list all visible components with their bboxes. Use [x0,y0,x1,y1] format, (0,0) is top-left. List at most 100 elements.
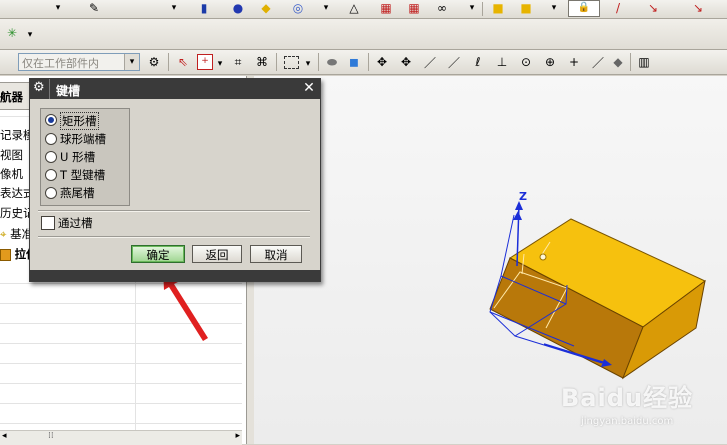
dropdown-icon[interactable]: ▾ [212,56,228,72]
navigator-tab-label: 航器 [0,90,23,104]
dialog-title: 键槽 [56,84,81,98]
radio-label[interactable]: 燕尾槽 [60,185,95,201]
separator [368,53,369,71]
component-icon[interactable]: ⌘ [254,54,270,70]
database-icon[interactable]: ▮ [196,0,212,16]
box-select-icon[interactable] [284,56,299,69]
gear-icon[interactable]: ⚙ [33,80,45,95]
dropdown-icon[interactable]: ▾ [300,56,316,72]
line-icon[interactable]: / [610,0,626,16]
radio-label[interactable]: T 型键槽 [60,167,105,183]
dropdown-icon[interactable]: ▾ [546,0,562,16]
radio-label[interactable]: 球形端槽 [60,131,106,147]
grid-line [0,383,242,384]
triangle-icon[interactable]: △ [346,0,362,16]
circle-icon[interactable]: ⊙ [518,54,534,70]
graphics-window[interactable]: Z Baidu经验 jingyan.baidu.com [254,76,727,444]
curve-icon[interactable]: ℓ [470,54,486,70]
dropdown-icon[interactable]: ▾ [166,0,182,16]
plus-icon[interactable]: + [566,54,582,70]
nav-row-label: 视图 [0,148,23,162]
extrude-icon [0,248,11,261]
axes-icon[interactable]: ✳ [4,25,20,41]
cancel-button[interactable]: 取消 [250,245,302,263]
layers-icon[interactable]: ▥ [636,54,652,70]
radio-u-slot[interactable] [45,151,57,163]
grid-line [0,363,242,364]
ok-button[interactable]: 确定 [131,245,185,263]
z-axis-label: Z [519,190,527,203]
horizontal-scrollbar[interactable]: ◂ ⁞⁞ ▸ [0,430,242,445]
grid-line [0,323,242,324]
slot-type-group: 矩形槽 球形端槽 U 形槽 T 型键槽 燕尾槽 [40,108,130,206]
secondary-toolbar: ✳ ▾ [0,19,727,50]
lock-icon[interactable]: 🔒 [568,0,600,17]
gear-icon[interactable]: ⚙ [146,54,162,70]
tangent-icon[interactable]: ⊥ [494,54,510,70]
body-icon[interactable]: ⬬ [324,54,340,70]
radio-label[interactable]: 矩形槽 [60,112,99,130]
filter-select[interactable]: 仅在工作部件内 ▾ [18,53,140,71]
line-icon[interactable]: ／ [590,54,606,70]
grid-icon[interactable]: ▦ [406,0,422,16]
cancel-label: 取消 [264,248,288,262]
nav-row-label: 像机 [0,167,23,181]
grid-icon[interactable]: ▦ [378,0,394,16]
radio-dovetail[interactable] [45,187,57,199]
radio-rectangular[interactable] [45,114,57,126]
back-label: 返回 [205,248,229,262]
nav-row[interactable]: 像机 [0,165,23,184]
snap-icon[interactable]: + [197,54,213,70]
cube-icon[interactable]: ■ [518,0,534,16]
title-divider [49,79,50,99]
baidu-logo: Baidu经验 [561,384,693,412]
tool-icon[interactable]: ◆ [610,54,626,70]
separator [168,53,169,71]
scroll-right-icon[interactable]: ▸ [235,431,240,441]
move-icon[interactable]: ✥ [374,54,390,70]
sketch-icon[interactable]: ✎ [86,0,102,16]
divider [38,236,310,238]
tool-icon[interactable]: ● [230,0,246,16]
dropdown-icon[interactable]: ▾ [22,27,38,43]
circle-icon[interactable]: ⊕ [542,54,558,70]
dropdown-icon[interactable]: ▾ [464,0,480,16]
back-button[interactable]: 返回 [192,245,242,263]
nav-row[interactable]: 视图 [0,146,23,165]
move-icon[interactable]: ✥ [398,54,414,70]
rotate-icon[interactable]: ◎ [290,0,306,16]
cube-icon[interactable]: ■ [490,0,506,16]
dropdown-icon[interactable]: ▾ [318,0,334,16]
radio-t-slot[interactable] [45,169,57,181]
ok-label: 确定 [146,248,170,262]
radio-ball-end[interactable] [45,133,57,145]
grid-line [0,283,242,284]
scroll-grip-icon[interactable]: ⁞⁞ [48,431,54,441]
dialog-status-bar [30,270,320,281]
line-icon[interactable]: ／ [446,54,462,70]
radio-label[interactable]: U 形槽 [60,149,95,165]
datum-icon: ⌖ [0,227,7,241]
filter-value: 仅在工作部件内 [22,57,99,70]
through-slot-checkbox[interactable] [41,216,55,230]
navigator-tab[interactable]: 航器 [0,82,31,110]
select-icon[interactable]: ⇖ [175,54,191,70]
link-icon[interactable]: ∞ [434,0,450,16]
line-icon[interactable]: ／ [422,54,438,70]
dropdown-icon[interactable]: ▾ [50,0,66,16]
grid-line [0,403,242,404]
shield-icon[interactable]: ◆ [258,0,274,16]
scroll-left-icon[interactable]: ◂ [2,431,7,441]
component-icon[interactable]: ⌗ [230,54,246,70]
close-icon[interactable]: ✕ [301,80,317,96]
separator [276,53,277,71]
dialog-titlebar[interactable]: ⚙ 键槽 ✕ [30,79,320,99]
divider [38,210,310,212]
separator [318,53,319,71]
separator [482,2,483,16]
arrow-icon[interactable]: ↘ [645,0,661,16]
through-slot-label[interactable]: 通过槽 [58,215,93,231]
main-toolbar: ▾ ✎ ▾ ▮ ● ◆ ◎ ▾ △ ▦ ▦ ∞ ▾ ■ ■ ▾ 🔒 / ↘ ↘ [0,0,727,19]
arrow-icon[interactable]: ↘ [690,0,706,16]
cube-icon[interactable]: ◼ [346,54,362,70]
